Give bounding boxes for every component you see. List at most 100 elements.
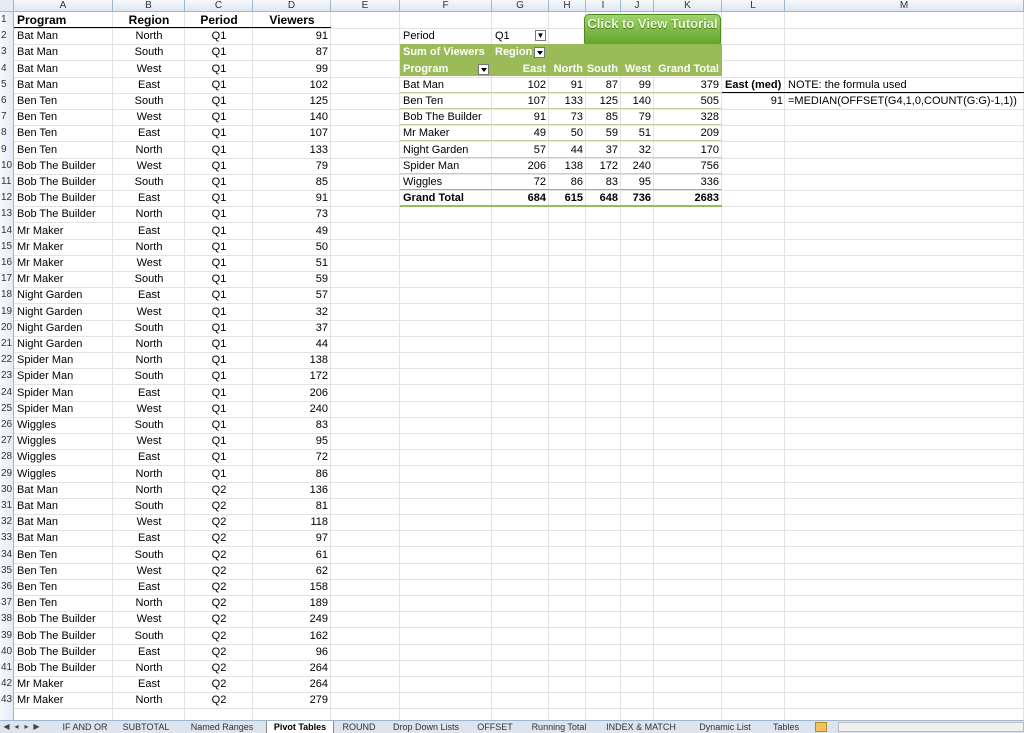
table-cell[interactable]: Bat Man	[14, 77, 113, 93]
pivot-value[interactable]: 73	[549, 109, 586, 125]
table-cell[interactable]: Mr Maker	[14, 692, 113, 708]
row-header[interactable]: 14	[0, 223, 14, 239]
pivot-value[interactable]: 140	[621, 93, 654, 109]
table-cell[interactable]: 264	[253, 676, 331, 692]
table-cell[interactable]: 49	[253, 223, 331, 239]
table-cell[interactable]: 61	[253, 547, 331, 563]
region-dropdown-icon[interactable]	[534, 47, 545, 59]
row-header[interactable]: 15	[0, 239, 14, 255]
row-header[interactable]: 4	[0, 61, 14, 77]
table-cell[interactable]: Bat Man	[14, 498, 113, 514]
median-value[interactable]: 91	[722, 93, 786, 109]
pivot-value[interactable]: 133	[549, 93, 586, 109]
pivot-value[interactable]: 172	[586, 158, 621, 174]
table-cell[interactable]: Q1	[185, 109, 253, 125]
pivot-value[interactable]: 79	[621, 109, 654, 125]
table-cell[interactable]: 37	[253, 320, 331, 336]
table-cell[interactable]: West	[113, 255, 185, 271]
row-header[interactable]: 25	[0, 401, 14, 417]
table-cell[interactable]: Ben Ten	[14, 142, 113, 158]
table-cell[interactable]: West	[113, 514, 185, 530]
pivot-value[interactable]: 59	[586, 125, 621, 141]
table-cell[interactable]: North	[113, 239, 185, 255]
table-cell[interactable]: Bob The Builder	[14, 158, 113, 174]
table-cell[interactable]: Bat Man	[14, 61, 113, 77]
pivot-value[interactable]: 83	[586, 174, 621, 190]
pivot-value[interactable]: 91	[549, 77, 586, 93]
table-cell[interactable]: East	[113, 579, 185, 595]
row-header[interactable]: 42	[0, 676, 14, 692]
table-cell[interactable]: Spider Man	[14, 385, 113, 401]
table-cell[interactable]: Q2	[185, 579, 253, 595]
table-cell[interactable]: West	[113, 433, 185, 449]
table-cell[interactable]: 107	[253, 125, 331, 141]
table-cell[interactable]: Mr Maker	[14, 239, 113, 255]
table-cell[interactable]: Q1	[185, 385, 253, 401]
table-cell[interactable]: Mr Maker	[14, 676, 113, 692]
table-cell[interactable]: North	[113, 482, 185, 498]
table-cell[interactable]: East	[113, 223, 185, 239]
row-header[interactable]: 33	[0, 530, 14, 546]
table-cell[interactable]: 91	[253, 28, 331, 44]
table-cell[interactable]: Spider Man	[14, 368, 113, 384]
pivot-row-label[interactable]: Wiggles	[400, 174, 492, 190]
table-cell[interactable]: 50	[253, 239, 331, 255]
row-header[interactable]: 21	[0, 336, 14, 352]
table-cell[interactable]: East	[113, 385, 185, 401]
row-header[interactable]: 10	[0, 158, 14, 174]
sheet-tab-if-and-or[interactable]: IF AND OR	[48, 721, 122, 733]
row-header[interactable]: 40	[0, 644, 14, 660]
row-header[interactable]: 29	[0, 466, 14, 482]
table-cell[interactable]: Q1	[185, 44, 253, 60]
last-sheet-icon[interactable]: ▶	[32, 722, 41, 732]
row-header[interactable]: 20	[0, 320, 14, 336]
pivot-grand-total-value[interactable]: 2683	[654, 190, 722, 206]
table-cell[interactable]: East	[113, 449, 185, 465]
table-cell[interactable]: Q2	[185, 692, 253, 708]
table-cell[interactable]: North	[113, 28, 185, 44]
pivot-value[interactable]: 240	[621, 158, 654, 174]
table-cell[interactable]: 59	[253, 271, 331, 287]
table-cell[interactable]: West	[113, 158, 185, 174]
table-cell[interactable]: East	[113, 287, 185, 303]
table-cell[interactable]: 279	[253, 692, 331, 708]
sheet-tab-dynamic-list[interactable]: Dynamic List	[690, 721, 760, 733]
pivot-value[interactable]: 206	[492, 158, 549, 174]
table-cell[interactable]: 44	[253, 336, 331, 352]
table-cell[interactable]: Wiggles	[14, 433, 113, 449]
row-header[interactable]: 26	[0, 417, 14, 433]
table-cell[interactable]: 138	[253, 352, 331, 368]
table-cell[interactable]: Q1	[185, 174, 253, 190]
row-header[interactable]: 5	[0, 77, 14, 93]
table-cell[interactable]: West	[113, 563, 185, 579]
row-header[interactable]: 8	[0, 125, 14, 141]
program-dropdown-icon[interactable]	[478, 63, 489, 75]
table-cell[interactable]: Q1	[185, 368, 253, 384]
table-cell[interactable]: Bob The Builder	[14, 190, 113, 206]
table-cell[interactable]: 249	[253, 611, 331, 627]
row-header[interactable]: 41	[0, 660, 14, 676]
table-cell[interactable]: 118	[253, 514, 331, 530]
row-header[interactable]: 36	[0, 579, 14, 595]
table-cell[interactable]: South	[113, 320, 185, 336]
column-header-e[interactable]: E	[331, 0, 400, 12]
table-cell[interactable]: 51	[253, 255, 331, 271]
pivot-value[interactable]: 336	[654, 174, 722, 190]
row-header[interactable]: 28	[0, 449, 14, 465]
pivot-data-field[interactable]: Sum of Viewers	[400, 44, 492, 60]
pivot-col-header[interactable]: South	[586, 61, 621, 77]
row-header[interactable]: 17	[0, 271, 14, 287]
table-cell[interactable]: 99	[253, 61, 331, 77]
table-cell[interactable]: Q2	[185, 563, 253, 579]
table-cell[interactable]: 62	[253, 563, 331, 579]
table-cell[interactable]: Q2	[185, 498, 253, 514]
pivot-value[interactable]: 37	[586, 142, 621, 158]
table-cell[interactable]: Q1	[185, 93, 253, 109]
table-cell[interactable]: Q2	[185, 644, 253, 660]
table-cell[interactable]: North	[113, 466, 185, 482]
column-header-d[interactable]: D	[253, 0, 331, 12]
pivot-value[interactable]: 138	[549, 158, 586, 174]
pivot-value[interactable]: 328	[654, 109, 722, 125]
table-cell[interactable]: West	[113, 401, 185, 417]
table-cell[interactable]: 83	[253, 417, 331, 433]
